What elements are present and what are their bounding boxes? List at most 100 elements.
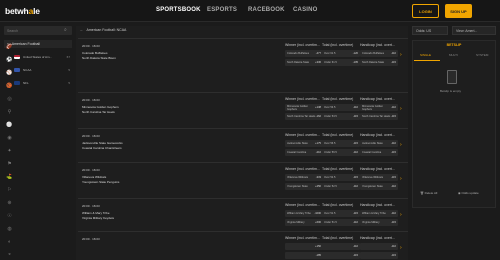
sport-icon[interactable]: ⊕: [6, 200, 13, 206]
betwhale-logo[interactable]: betwhale: [5, 6, 40, 16]
market-header: Handicap (incl. overt...: [360, 236, 395, 240]
back-arrow-icon[interactable]: ←: [80, 28, 84, 32]
odds-value: -110: [353, 185, 358, 188]
odds-value: +336: [315, 61, 321, 64]
odds-button[interactable]: Colorado Buffaloes -110: [360, 50, 398, 57]
market-header: Winner (incl. overtim...: [285, 167, 320, 171]
usa-flag-icon: [14, 55, 20, 59]
more-markets-arrow-icon[interactable]: ›: [400, 142, 402, 148]
odds-button[interactable]: Youngstown State -110: [360, 183, 398, 190]
odds-button[interactable]: Under 53.5 -115: [322, 113, 360, 120]
more-markets-arrow-icon[interactable]: ›: [400, 245, 402, 251]
sport-icon[interactable]: ⚾: [6, 70, 13, 76]
delete-all-button[interactable]: 🗑 Delete All: [420, 191, 437, 195]
odds-button[interactable]: Colorado Buffaloes -477: [285, 50, 323, 57]
odds-button[interactable]: Villanova Wildcats -333: [285, 174, 323, 181]
sidebar-item-nfl[interactable]: NFL 5: [14, 79, 72, 87]
search-input[interactable]: Search: [4, 26, 72, 35]
odds-button[interactable]: +150: [285, 243, 323, 250]
nav-sportsbook[interactable]: SPORTSBOOK: [156, 7, 201, 13]
odds-button[interactable]: North Carolina Tar Heels -162: [285, 113, 323, 120]
odds-format-select[interactable]: Odds: US: [412, 26, 448, 35]
away-team[interactable]: North Carolina Tar Heels: [82, 110, 115, 114]
odds-button[interactable]: Jacksonville State -110: [360, 140, 398, 147]
odds-button[interactable]: Under 51.5 -110: [322, 219, 360, 226]
odds-selection: Under 52.5: [324, 185, 337, 188]
odds-button[interactable]: -185: [285, 252, 323, 259]
odds-selection: Minnesota Golden Gophers: [287, 104, 309, 111]
odds-button[interactable]: Over 61.5 -120: [322, 50, 360, 57]
odds-button[interactable]: Minnesota Golden Gophers -110: [360, 104, 398, 111]
sport-icon[interactable]: ◐: [6, 239, 13, 245]
odds-button[interactable]: -110: [322, 243, 360, 250]
odds-button[interactable]: Over 53.5 -110: [322, 104, 360, 111]
more-markets-arrow-icon[interactable]: ›: [400, 52, 402, 58]
more-markets-arrow-icon[interactable]: ›: [400, 212, 402, 218]
home-team[interactable]: Villanova Wildcats: [82, 175, 106, 179]
odds-button[interactable]: -115: [360, 252, 398, 259]
more-markets-arrow-icon[interactable]: ›: [400, 176, 402, 182]
odds-button[interactable]: Virginia Military -115: [360, 219, 398, 226]
sport-icon[interactable]: 🏀: [6, 83, 13, 89]
home-team[interactable]: Minnesota Golden Gophers: [82, 105, 119, 109]
odds-button[interactable]: Over 52.5 -115: [322, 174, 360, 181]
home-team[interactable]: Colorado Buffaloes: [82, 51, 107, 55]
odds-button[interactable]: Under 56.5 -110: [322, 149, 360, 156]
search-icon: ⌕: [64, 27, 67, 33]
odds-button[interactable]: Under 61.5 -105: [322, 59, 360, 66]
odds-button[interactable]: North Dakota State -115: [360, 59, 398, 66]
sport-icon[interactable]: ✦: [6, 148, 13, 154]
football-icon[interactable]: 🏈: [6, 44, 13, 50]
odds-button[interactable]: Under 52.5 -110: [322, 183, 360, 190]
odds-button[interactable]: Over 56.5 -115: [322, 140, 360, 147]
home-team[interactable]: Jacksonville State Gamecocks: [82, 141, 123, 145]
signup-button[interactable]: SIGN UP: [445, 4, 472, 18]
ncaa-icon: [14, 68, 20, 72]
odds-button[interactable]: -110: [360, 243, 398, 250]
odds-value: -115: [353, 142, 358, 145]
odds-button[interactable]: North Carolina Tar Heels -115: [360, 113, 398, 120]
odds-update-toggle[interactable]: ◉ Odds update: [458, 191, 479, 195]
nav-casino[interactable]: CASINO: [293, 7, 318, 13]
sport-icon[interactable]: ⚲: [6, 109, 13, 115]
login-button[interactable]: LOGIN: [412, 4, 439, 18]
sport-icon[interactable]: ◎: [6, 96, 13, 102]
sidebar-american-football[interactable]: ▾ American Football: [4, 40, 72, 48]
tab-system[interactable]: SYSTEM: [476, 53, 488, 57]
sidebar-item-ncaa[interactable]: NCAA 5: [14, 66, 72, 74]
away-team[interactable]: Virginia Military Keydets: [82, 216, 114, 220]
sidebar-item-usa[interactable]: United States of Am... 67: [14, 53, 72, 61]
odds-button[interactable]: Virginia Military +600: [285, 219, 323, 226]
sport-icon[interactable]: ⚽: [6, 57, 13, 63]
tab-multi[interactable]: MULTI: [449, 53, 458, 57]
sport-icon[interactable]: ◉: [6, 135, 13, 141]
odds-value: +150: [315, 245, 321, 248]
sport-icon[interactable]: ⚑: [6, 161, 13, 167]
odds-button[interactable]: -115: [322, 252, 360, 259]
more-markets-arrow-icon[interactable]: ›: [400, 106, 402, 112]
odds-button[interactable]: William & Mary Tribe -110: [360, 210, 398, 217]
nav-esports[interactable]: ESPORTS: [207, 7, 237, 13]
nav-racebook[interactable]: RACEBOOK: [248, 7, 285, 13]
odds-button[interactable]: Coastal Carolina -115: [360, 149, 398, 156]
odds-button[interactable]: Minnesota Golden Gophers +138: [285, 104, 323, 111]
sport-icon[interactable]: ⚐: [6, 187, 13, 193]
view-select[interactable]: View: Ameri...: [452, 26, 496, 35]
away-team[interactable]: Coastal Carolina Chanticleers: [82, 146, 122, 150]
odds-button[interactable]: Jacksonville State +175: [285, 140, 323, 147]
odds-button[interactable]: Coastal Carolina -210: [285, 149, 323, 156]
odds-button[interactable]: William & Mary Tribe -1000: [285, 210, 323, 217]
tab-single[interactable]: SINGLE: [420, 53, 431, 57]
sport-icon[interactable]: ◒: [6, 251, 13, 257]
odds-button[interactable]: Youngstown State +250: [285, 183, 323, 190]
home-team[interactable]: William & Mary Tribe: [82, 211, 110, 215]
odds-button[interactable]: North Dakota State +336: [285, 59, 323, 66]
sport-icon[interactable]: ⚪: [6, 122, 13, 128]
odds-button[interactable]: Over 51.5 -115: [322, 210, 360, 217]
sport-icon[interactable]: ☉: [6, 213, 13, 219]
away-team[interactable]: North Dakota State Bison: [82, 56, 116, 60]
odds-button[interactable]: Villanova Wildcats -115: [360, 174, 398, 181]
sport-icon[interactable]: ⛳: [6, 174, 13, 180]
sport-icon[interactable]: ◍: [6, 226, 13, 232]
away-team[interactable]: Youngstown State Penguins: [82, 180, 119, 184]
